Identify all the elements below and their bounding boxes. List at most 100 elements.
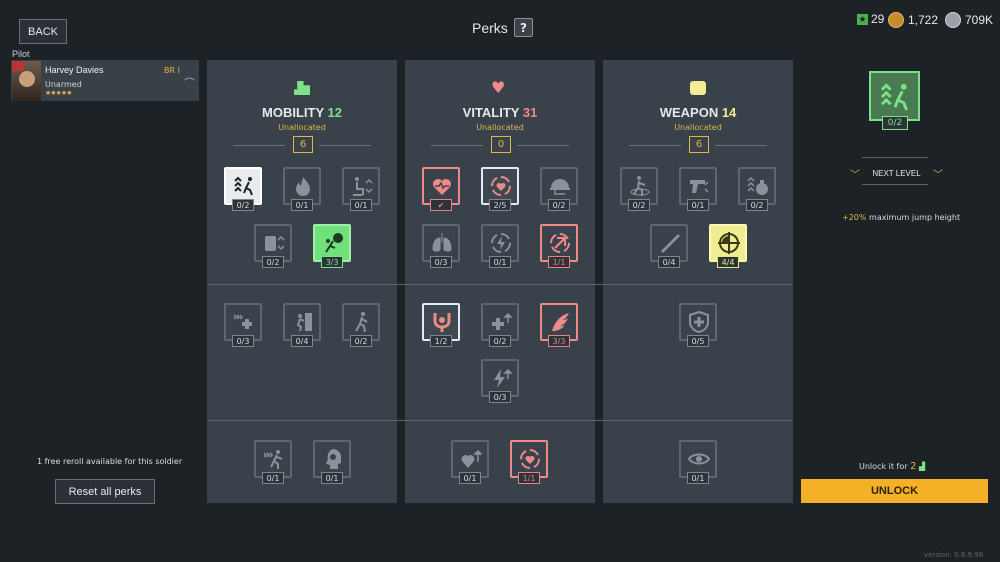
perk-heart-regen[interactable]: 1/1 xyxy=(510,440,548,484)
perk-dodge[interactable]: 0/2 xyxy=(620,167,658,211)
stars-currency: ★ 29 xyxy=(857,12,884,26)
selected-perk-count: 0/2 xyxy=(882,116,908,130)
gold-coin-icon xyxy=(888,12,904,28)
walk-icon xyxy=(355,312,368,333)
unlock-cost: Unlock it for 2 ▟ xyxy=(859,461,926,472)
silver-value: 709K xyxy=(965,13,994,27)
mobility-unallocated: Unallocated xyxy=(278,123,326,132)
perk-fast-heal[interactable]: 0/3 xyxy=(224,303,262,347)
mobility-icon xyxy=(294,81,310,95)
unlock-button[interactable]: UNLOCK xyxy=(801,479,988,503)
br-badge: BR I xyxy=(164,66,180,75)
grenade-icon xyxy=(747,176,768,195)
perk-bonus: +20% maximum jump height xyxy=(842,213,961,222)
reset-all-perks-button[interactable]: Reset all perks xyxy=(55,479,155,504)
perk-shield[interactable]: 0/5 xyxy=(679,303,717,347)
weapon-points-box: 6 xyxy=(689,136,709,153)
fire-icon xyxy=(296,177,310,196)
knife-icon xyxy=(661,234,680,253)
silver-currency: 709K xyxy=(945,12,993,28)
gold-value: 1,722 xyxy=(908,13,939,27)
perk-heart[interactable]: ✔ xyxy=(422,167,460,211)
chevron-heal-icon xyxy=(233,314,252,329)
gold-currency: 1,722 xyxy=(888,12,938,28)
run-icon xyxy=(263,450,283,469)
perk-heal-boost[interactable]: 0/2 xyxy=(481,303,519,347)
throw-icon xyxy=(325,233,343,253)
jump-icon xyxy=(234,176,253,196)
head-hazard-icon xyxy=(326,449,341,469)
perk-strength[interactable]: 1/2 xyxy=(422,303,460,347)
pilot-name: Harvey Davies xyxy=(45,65,104,75)
help-button[interactable]: ? xyxy=(514,18,533,37)
perk-grenade-throw[interactable]: 3/3 xyxy=(313,224,351,268)
perk-jump-height[interactable]: 0/2 xyxy=(224,167,262,211)
crosshair-icon xyxy=(718,232,740,254)
perk-climb[interactable]: 0/4 xyxy=(283,303,321,347)
rank-badge xyxy=(12,61,24,71)
perk-backpack[interactable]: 0/2 xyxy=(254,224,292,268)
bolt-up-icon xyxy=(494,368,512,388)
chevron-down-icon: ﹀ xyxy=(932,170,943,181)
heartbeat-icon xyxy=(433,179,451,195)
perk-pistol[interactable]: 0/1 xyxy=(679,167,717,211)
pilot-card[interactable]: Harvey Davies BR I Unarmed ★★★★★ ⌒ xyxy=(11,60,199,101)
tier-divider-2 xyxy=(207,420,792,421)
version-label: version: 0.6.9.98 xyxy=(924,551,984,559)
lungs-icon xyxy=(432,233,452,252)
crouch-icon xyxy=(353,177,373,196)
perk-crouch-speed[interactable]: 0/1 xyxy=(342,167,380,211)
vitality-unallocated: Unallocated xyxy=(476,123,524,132)
tier-divider-1 xyxy=(207,284,792,285)
vitality-panel: VITALITY 31 ♥ Unallocated 0 xyxy=(405,60,595,503)
perk-helmet[interactable]: 0/2 xyxy=(540,167,578,211)
perk-reticle[interactable]: 4/4 xyxy=(709,224,747,268)
heart-cycle-icon xyxy=(491,176,511,196)
vitality-title: VITALITY 31 xyxy=(462,105,538,120)
heart-regen-icon xyxy=(520,449,540,469)
bolt-cycle-icon xyxy=(491,233,511,253)
next-level-label: NEXT LEVEL xyxy=(872,169,921,178)
perk-radiation[interactable]: 0/1 xyxy=(313,440,351,484)
reroll-text: 1 free reroll available for this soldier xyxy=(37,457,183,466)
weapon-unallocated: Unallocated xyxy=(674,123,722,132)
climb-icon xyxy=(296,313,312,332)
perk-vision[interactable]: 0/1 xyxy=(679,440,717,484)
back-button[interactable]: BACK xyxy=(19,19,67,44)
perk-lungs[interactable]: 0/3 xyxy=(422,224,460,268)
perk-grenades[interactable]: 0/2 xyxy=(738,167,776,211)
revive-icon xyxy=(550,233,570,253)
heart-up-icon xyxy=(461,449,482,468)
perk-sprint[interactable]: 0/2 xyxy=(342,303,380,347)
perk-run[interactable]: 0/1 xyxy=(254,440,292,484)
eye-icon xyxy=(688,453,710,465)
perk-energy-boost[interactable]: 0/3 xyxy=(481,359,519,403)
pilot-label: Pilot xyxy=(12,49,30,59)
perk-heart-up[interactable]: 0/1 xyxy=(451,440,489,484)
wing-icon xyxy=(552,313,569,331)
star-icon: ★ xyxy=(857,13,868,25)
mobility-panel: MOBILITY 12 Unallocated 6 xyxy=(207,60,397,503)
helmet-icon xyxy=(550,179,570,195)
mobility-points-box: 6 xyxy=(293,136,313,153)
perk-revive[interactable]: 1/1 xyxy=(540,224,578,268)
vitality-heart-icon: ♥ xyxy=(491,78,506,97)
shield-plus-icon xyxy=(689,311,709,333)
weapon-fist-icon xyxy=(690,81,706,95)
perk-knife[interactable]: 0/4 xyxy=(650,224,688,268)
pistol-icon xyxy=(690,180,709,193)
mobility-title: MOBILITY 12 xyxy=(262,105,342,120)
selected-perk-preview: 0/2 xyxy=(869,71,920,131)
pilot-stars: ★★★★★ xyxy=(45,89,72,97)
weapon-panel: WEAPON 14 Unallocated 6 xyxy=(603,60,793,503)
perk-fire-resist[interactable]: 0/1 xyxy=(283,167,321,211)
perk-heart-cycle[interactable]: 2/5 xyxy=(481,167,519,211)
perk-energy-cycle[interactable]: 0/1 xyxy=(481,224,519,268)
silver-coin-icon xyxy=(945,12,961,28)
page-title: Perks xyxy=(472,20,508,36)
pilot-weapon: Unarmed xyxy=(45,80,82,89)
vitality-points-box: 0 xyxy=(491,136,511,153)
weapon-title: WEAPON 14 xyxy=(659,105,737,120)
perk-wings[interactable]: 3/3 xyxy=(540,303,578,347)
mobility-icon: ▟ xyxy=(919,462,926,471)
